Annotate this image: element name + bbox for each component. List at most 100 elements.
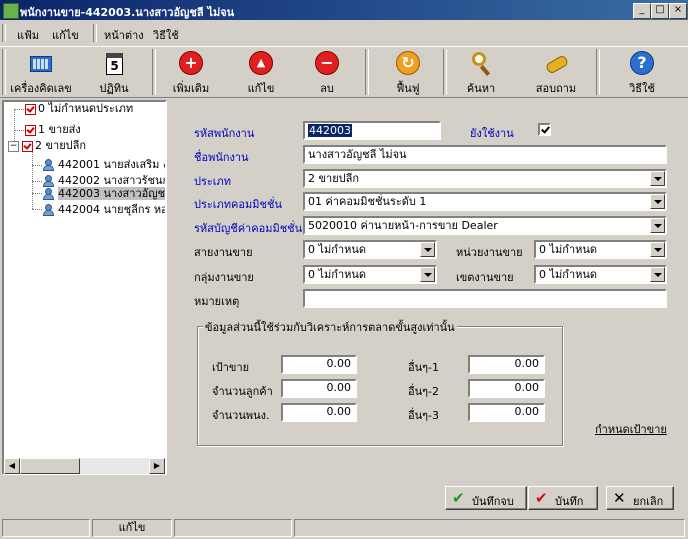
employee-code-label: รหัสพนักงาน [194, 127, 255, 140]
status-panel [2, 519, 90, 537]
calculator-icon [28, 51, 54, 77]
scroll-thumb[interactable] [20, 458, 80, 474]
calendar-button[interactable]: 5 ปฏิทิน [84, 49, 144, 95]
close-button[interactable]: × [669, 3, 687, 19]
category-tree[interactable]: 0 ไม่กำหนดประเภท 1 ขายส่ง −2 ขายปลีก 442… [2, 100, 167, 475]
save-button[interactable]: ✔ บันทึก [528, 486, 598, 510]
delete-button[interactable]: − ลบ [302, 49, 352, 95]
menu-edit[interactable]: แก้ไข [52, 26, 79, 44]
delete-label: ลบ [320, 82, 334, 95]
close-icon: ✕ [613, 489, 626, 507]
help-icon: ? [630, 51, 654, 75]
note-input[interactable] [303, 289, 667, 308]
other2-input[interactable]: 0.00 [468, 379, 545, 398]
scroll-right-icon[interactable]: ▶ [149, 458, 165, 474]
user-icon [42, 159, 56, 171]
collapse-icon[interactable]: − [8, 140, 19, 152]
inquiry-button[interactable]: สอบถาม [528, 49, 584, 95]
sales-group-label: กลุ่มงานขาย [194, 271, 254, 284]
chevron-down-icon[interactable] [650, 171, 665, 186]
delete-icon: − [315, 51, 339, 75]
tree-node-unassigned[interactable]: 0 ไม่กำหนดประเภท [25, 102, 133, 116]
chevron-down-icon[interactable] [650, 194, 665, 209]
sales-group-select[interactable]: 0 ไม่กำหนด [303, 265, 437, 284]
sales-line-select[interactable]: 0 ไม่กำหนด [303, 240, 437, 259]
chevron-down-icon[interactable] [420, 242, 435, 257]
search-button[interactable]: ค้นหา [452, 49, 510, 95]
chevron-down-icon[interactable] [650, 267, 665, 282]
edit-label: แก้ไข [247, 82, 275, 95]
status-bar: แก้ไข [0, 517, 688, 539]
employee-name-label: ชื่อพนักงาน [194, 151, 249, 164]
commission-type-select[interactable]: 01 ค่าคอมมิชชั่นระดับ 1 [303, 192, 667, 211]
toolbar-separator [596, 49, 600, 95]
tree-node-wholesale[interactable]: 1 ขายส่ง [25, 123, 81, 137]
cancel-button[interactable]: ✕ ยกเลิก [606, 486, 674, 510]
commission-account-select[interactable]: 5020010 ค่านายหน้า-การขาย Dealer [303, 216, 667, 235]
active-label: ยังใช้งาน [470, 127, 514, 140]
menu-window[interactable]: หน้าต่าง [104, 26, 144, 44]
menu-separator [93, 24, 97, 42]
scroll-left-icon[interactable]: ◀ [4, 458, 20, 474]
tree-item-442004[interactable]: 442004 นายชุลีกร หอย [42, 203, 165, 217]
refresh-button[interactable]: ↻ ฟื้นฟู [382, 49, 434, 95]
add-button[interactable]: + เพิ่มเติม [162, 49, 220, 95]
chevron-down-icon[interactable] [420, 267, 435, 282]
check-icon: ✔ [535, 489, 548, 507]
add-label: เพิ่มเติม [172, 82, 210, 95]
other1-input[interactable]: 0.00 [468, 355, 545, 374]
employee-code-input[interactable]: 442003 [303, 121, 441, 140]
tree-item-442001[interactable]: 442001 นายส่งเสริม งา [42, 158, 165, 172]
status-panel [294, 519, 685, 537]
toolbar: เครื่องคิดเลข 5 ปฏิทิน + เพิ่มเติม ▲ แก้… [0, 46, 688, 98]
employee-name-input[interactable]: นางสาวอัญชลี ไม่จน [303, 145, 667, 164]
sales-zone-label: เขตงานขาย [456, 271, 514, 284]
chevron-down-icon[interactable] [650, 218, 665, 233]
edit-icon: ▲ [249, 51, 273, 75]
user-icon [42, 204, 56, 216]
calendar-label: ปฏิทิน [99, 82, 129, 95]
chevron-down-icon[interactable] [650, 242, 665, 257]
refresh-icon: ↻ [396, 51, 420, 75]
help-label: วิธีใช้ [629, 82, 655, 95]
search-label: ค้นหา [466, 82, 496, 95]
sales-zone-select[interactable]: 0 ไม่กำหนด [534, 265, 667, 284]
app-icon [3, 3, 19, 19]
calculator-button[interactable]: เครื่องคิดเลข [6, 49, 76, 95]
set-target-link[interactable]: กำหนดเป้าขาย [595, 420, 667, 438]
active-checkbox[interactable] [538, 123, 551, 136]
save-close-button[interactable]: ✔ บันทึกจบ [445, 486, 527, 510]
target-input[interactable]: 0.00 [281, 355, 357, 374]
menu-file[interactable]: แฟ้ม [17, 26, 39, 44]
edit-button[interactable]: ▲ แก้ไข [236, 49, 286, 95]
menu-grip [2, 24, 6, 42]
checkbox-icon [22, 140, 33, 152]
type-label: ประเภท [194, 175, 232, 188]
tree-scrollbar[interactable]: ◀ ▶ [4, 458, 165, 474]
refresh-label: ฟื้นฟู [396, 82, 420, 95]
user-icon [42, 175, 56, 187]
tree-item-442003[interactable]: 442003 นางสาวอัญชลี [42, 187, 165, 201]
menu-bar: แฟ้ม แก้ไข หน้าต่าง วิธีใช้ [0, 22, 688, 44]
tree-item-442002[interactable]: 442002 นางสาวรัชนก [42, 174, 165, 188]
other3-input[interactable]: 0.00 [468, 403, 545, 422]
type-select[interactable]: 2 ขายปลีก [303, 169, 667, 188]
maximize-button[interactable]: □ [651, 3, 669, 19]
search-icon [468, 51, 494, 77]
minimize-button[interactable]: _ [633, 3, 651, 19]
toolbar-separator [443, 49, 447, 95]
checkbox-icon [25, 103, 36, 115]
sales-unit-select[interactable]: 0 ไม่กำหนด [534, 240, 667, 259]
staff-input[interactable]: 0.00 [281, 403, 357, 422]
customers-input[interactable]: 0.00 [281, 379, 357, 398]
menu-help[interactable]: วิธีใช้ [153, 26, 179, 44]
toolbar-separator [152, 49, 156, 95]
add-icon: + [179, 51, 203, 75]
user-icon [42, 188, 56, 200]
status-mode: แก้ไข [92, 519, 172, 537]
check-icon: ✔ [452, 489, 465, 507]
analysis-group-title: ข้อมูลส่วนนี้ใช้ร่วมกับวิเคราะห์การตลาดข… [203, 318, 457, 336]
tree-node-retail[interactable]: −2 ขายปลีก [8, 139, 86, 153]
phone-icon [543, 51, 570, 77]
help-button[interactable]: ? วิธีใช้ [616, 49, 668, 95]
